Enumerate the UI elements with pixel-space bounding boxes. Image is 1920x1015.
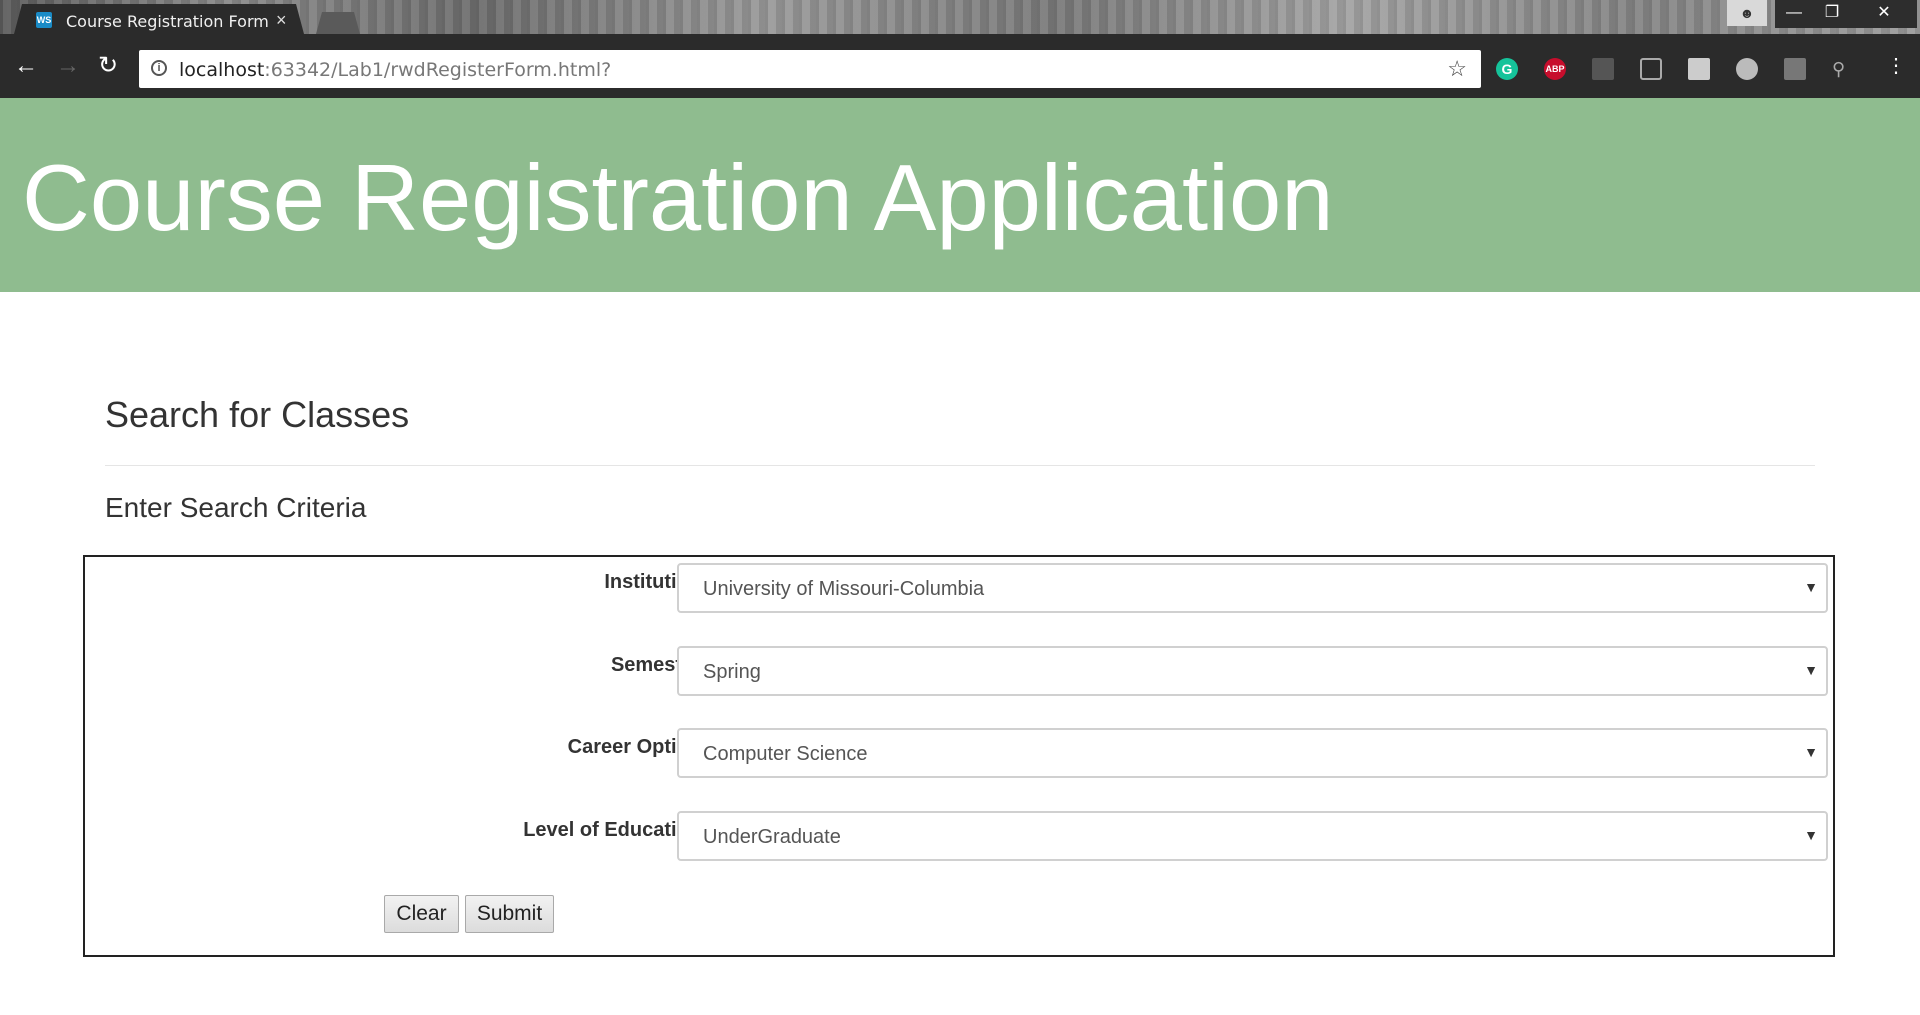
section-title: Search for Classes (105, 394, 410, 435)
education-level-label: Level of Education (523, 819, 701, 841)
institution-label: Institution (604, 571, 701, 593)
semester-value: Spring (703, 661, 761, 683)
tab-title: Course Registration Form (66, 12, 269, 31)
search-icon[interactable]: ⚲ (1832, 58, 1854, 80)
career-option-value: Computer Science (703, 743, 868, 765)
webstorm-favicon-icon: WS (36, 12, 52, 28)
education-level-value: UnderGraduate (703, 826, 841, 848)
semester-label: Semester (610, 654, 701, 676)
clear-button[interactable]: Clear (384, 895, 459, 933)
new-tab-button[interactable] (316, 12, 360, 34)
header-banner: Course Registration Application (0, 98, 1920, 292)
institution-value: University of Missouri-Columbia (703, 578, 985, 600)
pdf-icon[interactable] (1592, 58, 1614, 80)
shield-icon[interactable] (1688, 58, 1710, 80)
back-icon[interactable]: ← (14, 54, 38, 78)
browser-tab[interactable]: WS Course Registration Form × (14, 4, 304, 34)
wand-icon[interactable] (1784, 58, 1806, 80)
sub-title: Enter Search Criteria (105, 492, 367, 523)
close-window-icon[interactable]: ✕ (1851, 0, 1917, 28)
education-level-select[interactable]: UnderGraduate ▼ (677, 811, 1828, 861)
submit-button[interactable]: Submit (465, 895, 554, 933)
page-title: Course Registration Application (22, 145, 1334, 250)
adblock-plus-icon[interactable]: ABP (1544, 58, 1566, 80)
grammarly-icon[interactable]: G (1496, 58, 1518, 80)
reload-icon[interactable]: ↻ (98, 54, 118, 78)
caret-down-icon: ▼ (1804, 579, 1818, 595)
address-bar[interactable]: i localhost:63342/Lab1/rwdRegisterForm.h… (139, 50, 1481, 88)
info-icon[interactable]: i (151, 60, 167, 76)
search-form: Institution University of Missouri-Colum… (83, 555, 1835, 957)
institution-select[interactable]: University of Missouri-Columbia ▼ (677, 563, 1828, 613)
cloud-icon[interactable] (1736, 58, 1758, 80)
bookmark-star-icon[interactable]: ☆ (1447, 56, 1467, 82)
url-text: localhost:63342/Lab1/rwdRegisterForm.htm… (179, 59, 612, 81)
caret-down-icon: ▼ (1804, 744, 1818, 760)
restore-icon[interactable]: ❐ (1813, 0, 1851, 28)
caret-down-icon: ▼ (1804, 827, 1818, 843)
reader-icon[interactable] (1640, 58, 1662, 80)
minimize-icon[interactable]: — (1775, 0, 1813, 28)
forward-icon[interactable]: → (56, 54, 80, 78)
browser-toolbar: ← → ↻ i localhost:63342/Lab1/rwdRegister… (0, 34, 1920, 98)
tab-close-icon[interactable]: × (276, 10, 287, 31)
caret-down-icon: ▼ (1804, 662, 1818, 678)
career-option-label: Career Option (567, 736, 701, 758)
menu-icon[interactable]: ⋮ (1886, 54, 1906, 78)
user-profile-icon[interactable]: ☻ (1727, 0, 1767, 26)
career-option-select[interactable]: Computer Science ▼ (677, 728, 1828, 778)
divider (105, 465, 1815, 466)
semester-select[interactable]: Spring ▼ (677, 646, 1828, 696)
